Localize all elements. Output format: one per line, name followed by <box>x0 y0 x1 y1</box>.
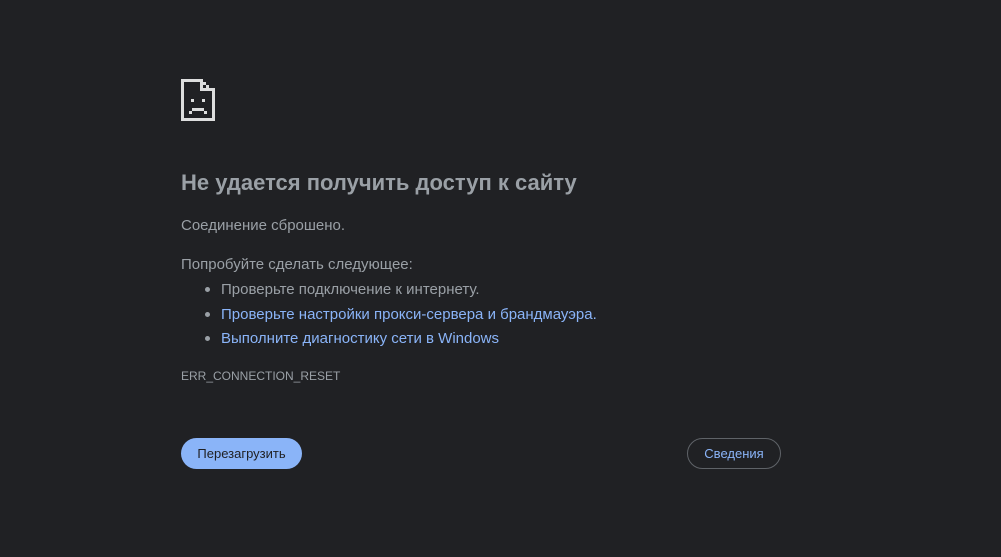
bullet-icon <box>205 311 210 317</box>
error-summary: Соединение сброшено. <box>181 217 346 234</box>
details-button[interactable]: Сведения <box>687 438 781 469</box>
suggestion-text: Проверьте подключение к интернету. <box>221 281 480 298</box>
suggestion-item-check-connection: Проверьте подключение к интернету. <box>181 280 597 305</box>
network-diagnostics-link[interactable]: Выполните диагностику сети в Windows <box>221 330 499 347</box>
sad-document-icon <box>181 79 215 121</box>
reload-button[interactable]: Перезагрузить <box>181 438 302 469</box>
bullet-icon <box>205 336 210 341</box>
suggestions-list: Проверьте подключение к интернету. Прове… <box>181 280 597 354</box>
suggestion-item-network-diagnostics: Выполните диагностику сети в Windows <box>181 329 597 354</box>
proxy-firewall-link[interactable]: Проверьте настройки прокси-сервера и бра… <box>221 306 597 323</box>
suggestions-heading: Попробуйте сделать следующее: <box>181 256 413 273</box>
error-code: ERR_CONNECTION_RESET <box>181 369 341 383</box>
suggestion-item-proxy-firewall: Проверьте настройки прокси-сервера и бра… <box>181 305 597 330</box>
error-page: Не удается получить доступ к сайту Соеди… <box>0 0 1001 557</box>
bullet-icon <box>205 287 210 292</box>
page-title: Не удается получить доступ к сайту <box>181 170 577 195</box>
